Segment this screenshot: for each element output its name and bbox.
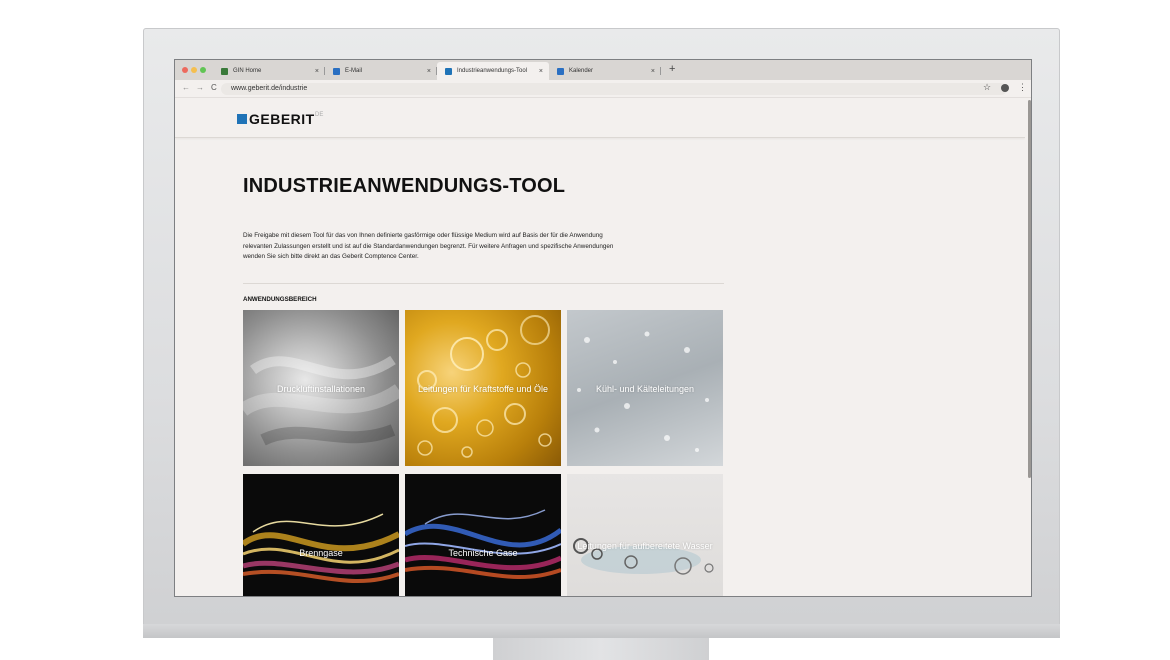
tile-label: Druckluftinstallationen	[276, 384, 366, 394]
minimize-window-icon[interactable]	[191, 67, 197, 73]
url-input[interactable]: www.geberit.de/industrie	[221, 83, 1007, 95]
tab-label: Industrieanwendungs-Tool	[457, 68, 528, 74]
browser-menu-icon[interactable]: ⋮	[1018, 82, 1027, 93]
site-header: GEBERIT DE	[175, 98, 1025, 138]
reload-icon[interactable]: C	[211, 83, 217, 92]
bookmark-star-icon[interactable]: ☆	[983, 82, 991, 93]
tile-label: Leitungen für Kraftstoffe und Öle	[418, 384, 548, 394]
monitor-chin	[143, 624, 1060, 638]
web-page: GEBERIT DE INDUSTRIEANWENDUNGS-TOOL Die …	[175, 98, 1025, 596]
tab-kalender[interactable]: Kalender ×	[549, 62, 661, 80]
geberit-logo[interactable]: GEBERIT	[249, 111, 315, 127]
intro-text: Die Freigabe mit diesem Tool für das von…	[243, 232, 614, 260]
maximize-window-icon[interactable]	[200, 67, 206, 73]
page-title: INDUSTRIEANWENDUNGS-TOOL	[243, 175, 566, 197]
address-bar: ← → C www.geberit.de/industrie ☆ ⋮	[175, 80, 1031, 98]
close-window-icon[interactable]	[182, 67, 188, 73]
tile-label: Technische Gase	[448, 548, 518, 558]
calendar-favicon-icon	[557, 67, 564, 75]
tab-separator	[660, 67, 661, 75]
tab-label: GIN Home	[233, 68, 262, 74]
account-icon[interactable]	[1001, 84, 1009, 92]
close-tab-icon[interactable]: ×	[315, 68, 319, 75]
browser-window: GIN Home × E-Mail × Industrieanwendungs-…	[174, 59, 1032, 597]
monitor-stand	[493, 638, 709, 660]
close-tab-icon[interactable]: ×	[651, 68, 655, 75]
tab-gin-home[interactable]: GIN Home ×	[213, 62, 325, 80]
tile-aufbereitete-wasser[interactable]: Leitungen für aufbereitete Wasser	[567, 474, 723, 596]
tile-technische-gase[interactable]: Technische Gase	[405, 474, 561, 596]
flame-waves-image	[243, 513, 399, 583]
tile-label: Leitungen für aufbereitete Wasser	[577, 541, 713, 551]
water-splash-image	[573, 538, 714, 575]
tab-industrieanwendungs-tool[interactable]: Industrieanwendungs-Tool ×	[437, 62, 549, 80]
new-tab-button[interactable]: +	[669, 64, 675, 75]
tab-email[interactable]: E-Mail ×	[325, 62, 437, 80]
country-label: DE	[315, 112, 324, 118]
tab-bar: GIN Home × E-Mail × Industrieanwendungs-…	[175, 60, 1031, 80]
forward-icon[interactable]: →	[196, 83, 204, 92]
tab-label: E-Mail	[345, 68, 363, 74]
close-tab-icon[interactable]: ×	[539, 68, 543, 75]
tile-druckluftinstallationen[interactable]: Druckluftinstallationen	[243, 310, 399, 466]
tile-label: Brenngase	[299, 548, 343, 558]
tile-kuehl-und-kaelteleitungen[interactable]: Kühl- und Kälteleitungen	[567, 310, 723, 466]
geberit-favicon-icon	[445, 67, 452, 75]
geberit-logo-mark	[237, 114, 247, 124]
divider	[243, 283, 724, 284]
close-tab-icon[interactable]: ×	[427, 68, 431, 75]
gas-waves-image	[405, 509, 561, 579]
tile-kraftstoffe-und-oele[interactable]: Leitungen für Kraftstoffe und Öle	[405, 310, 561, 466]
section-label: ANWENDUNGSBEREICH	[243, 296, 317, 303]
tile-label: Kühl- und Kälteleitungen	[595, 384, 695, 394]
tab-label: Kalender	[569, 68, 594, 74]
scrollbar-thumb[interactable]	[1028, 100, 1031, 478]
mail-favicon-icon	[333, 67, 340, 75]
tile-brenngase[interactable]: Brenngase	[243, 474, 399, 596]
gin-favicon-icon	[221, 67, 228, 75]
back-icon[interactable]: ←	[182, 83, 190, 92]
